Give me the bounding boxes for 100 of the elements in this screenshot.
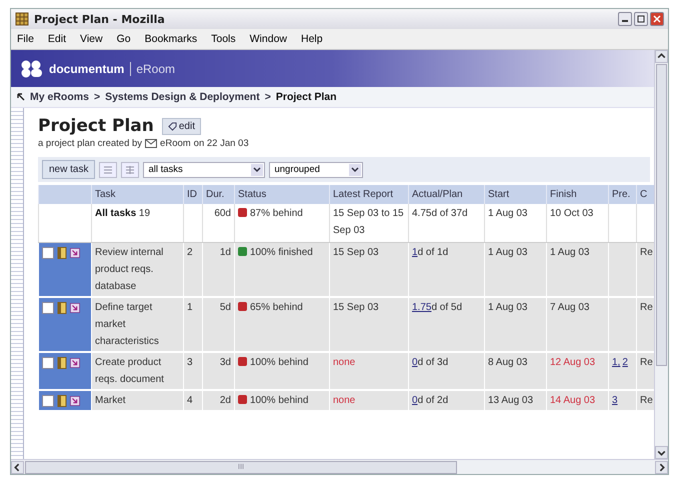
column-header[interactable]: Pre.: [608, 185, 636, 204]
column-header[interactable]: Latest Report: [330, 185, 408, 204]
close-button[interactable]: [650, 12, 664, 26]
table-cell: 1: [184, 297, 202, 352]
column-header[interactable]: Status: [234, 185, 330, 204]
tag-icon: [168, 122, 177, 130]
task-name[interactable]: Market: [92, 390, 184, 411]
link-icon[interactable]: [70, 395, 80, 407]
scroll-up-icon[interactable]: [655, 50, 668, 63]
brand-name: documentum: [49, 62, 124, 76]
note-icon[interactable]: [57, 395, 67, 407]
header-cell: [38, 185, 92, 204]
subtitle-date: on 22 Jan 03: [194, 138, 249, 149]
filter-dropdown[interactable]: all tasks: [143, 162, 266, 178]
scroll-thumb[interactable]: [656, 64, 667, 366]
table-cell: 1 Aug 03: [484, 242, 546, 297]
table-cell: 14 Aug 03: [546, 390, 608, 411]
product-name: eRoom: [130, 62, 176, 76]
table-cell: 7 Aug 03: [546, 297, 608, 352]
table-cell: 1 Aug 03: [484, 297, 546, 352]
scroll-right-icon[interactable]: [655, 460, 668, 474]
breadcrumb-link[interactable]: Project Plan: [276, 91, 337, 103]
breadcrumb-link[interactable]: Systems Design & Deployment: [105, 91, 260, 103]
actual-link[interactable]: 0: [412, 357, 418, 368]
minimize-button[interactable]: [618, 12, 632, 26]
row-checkbox[interactable]: [42, 357, 54, 369]
row-checkbox[interactable]: [42, 302, 54, 314]
table-cell: none: [330, 390, 408, 411]
table-cell: 5d: [202, 297, 234, 352]
scroll-left-icon[interactable]: [11, 460, 24, 474]
edit-button[interactable]: edit: [162, 118, 201, 134]
subtitle-text: a project plan created by: [38, 138, 142, 149]
table-cell: 10 Oct 03: [546, 204, 608, 242]
column-header[interactable]: Finish: [546, 185, 608, 204]
task-name[interactable]: Review internal product reqs. database: [92, 242, 184, 297]
maximize-button[interactable]: [634, 12, 648, 26]
column-header[interactable]: Task: [92, 185, 184, 204]
table-cell: 4: [184, 390, 202, 411]
actual-link[interactable]: 1.75: [412, 302, 432, 313]
row-checkbox[interactable]: [42, 395, 54, 407]
table-cell: 15 Sep 03: [330, 297, 408, 352]
window-title: Project Plan - Mozilla: [34, 12, 165, 26]
note-icon[interactable]: [57, 247, 67, 259]
column-header[interactable]: C: [636, 185, 654, 204]
column-header[interactable]: Dur.: [202, 185, 234, 204]
actual-link[interactable]: 0: [412, 395, 418, 406]
plan-text: d of 3d: [418, 357, 448, 368]
status-text: 100% behind: [250, 357, 308, 368]
breadcrumb-separator: >: [264, 91, 271, 103]
list-view-icon[interactable]: [99, 162, 118, 178]
menu-item[interactable]: File: [17, 33, 34, 45]
menu-item[interactable]: Edit: [48, 33, 66, 45]
table-cell: 3d: [202, 352, 234, 390]
table-cell: 4.75d of 37d: [408, 204, 484, 242]
menu-item[interactable]: Tools: [211, 33, 236, 45]
column-header[interactable]: ID: [184, 185, 202, 204]
table-cell: 12 Aug 03: [546, 352, 608, 390]
maximize-icon: [636, 14, 646, 24]
menu-item[interactable]: View: [80, 33, 103, 45]
breadcrumb-link[interactable]: My eRooms: [30, 91, 89, 103]
menu-item[interactable]: Go: [116, 33, 131, 45]
column-header[interactable]: Actual/Plan: [408, 185, 484, 204]
summary-task: All tasks: [95, 208, 136, 219]
table-cell: 13 Aug 03: [484, 390, 546, 411]
table-cell: 60d: [202, 204, 234, 242]
note-icon[interactable]: [57, 357, 67, 369]
table-cell: 2d: [202, 390, 234, 411]
predecessor-link[interactable]: 1,: [612, 357, 620, 368]
table-view-icon[interactable]: [121, 162, 140, 178]
link-icon[interactable]: [70, 302, 80, 314]
link-icon[interactable]: [70, 247, 80, 259]
predecessor-link[interactable]: 3: [612, 395, 618, 406]
task-name[interactable]: Define target market characteristics: [92, 297, 184, 352]
actual-link[interactable]: 1: [412, 247, 418, 258]
task-count: 19: [138, 208, 150, 219]
table-cell: 8 Aug 03: [484, 352, 546, 390]
table-cell: Re: [636, 297, 654, 352]
table-cell: 1 Aug 03: [546, 242, 608, 297]
menu-item[interactable]: Window: [250, 33, 287, 45]
table-cell: Re: [636, 242, 654, 297]
task-name[interactable]: Create product reqs. document: [92, 352, 184, 390]
grouping-dropdown[interactable]: ungrouped: [269, 162, 364, 178]
menu-item[interactable]: Bookmarks: [144, 33, 198, 45]
plan-text: d of 2d: [418, 395, 448, 406]
new-task-button[interactable]: new task: [42, 160, 96, 179]
close-icon: [652, 14, 662, 24]
scroll-down-icon[interactable]: [655, 446, 668, 459]
vertical-scrollbar[interactable]: [654, 50, 668, 459]
predecessor-link[interactable]: 2: [622, 357, 628, 368]
status-text: 87% behind: [250, 208, 303, 219]
note-icon[interactable]: [57, 302, 67, 314]
menu-item[interactable]: Help: [301, 33, 323, 45]
table-cell: none: [330, 352, 408, 390]
table-cell: Re: [636, 352, 654, 390]
link-icon[interactable]: [70, 357, 80, 369]
table-cell: 2: [184, 242, 202, 297]
plan-text: d of 1d: [418, 247, 448, 258]
author-link[interactable]: eRoom: [160, 138, 191, 149]
column-header[interactable]: Start: [484, 185, 546, 204]
row-checkbox[interactable]: [42, 247, 54, 259]
